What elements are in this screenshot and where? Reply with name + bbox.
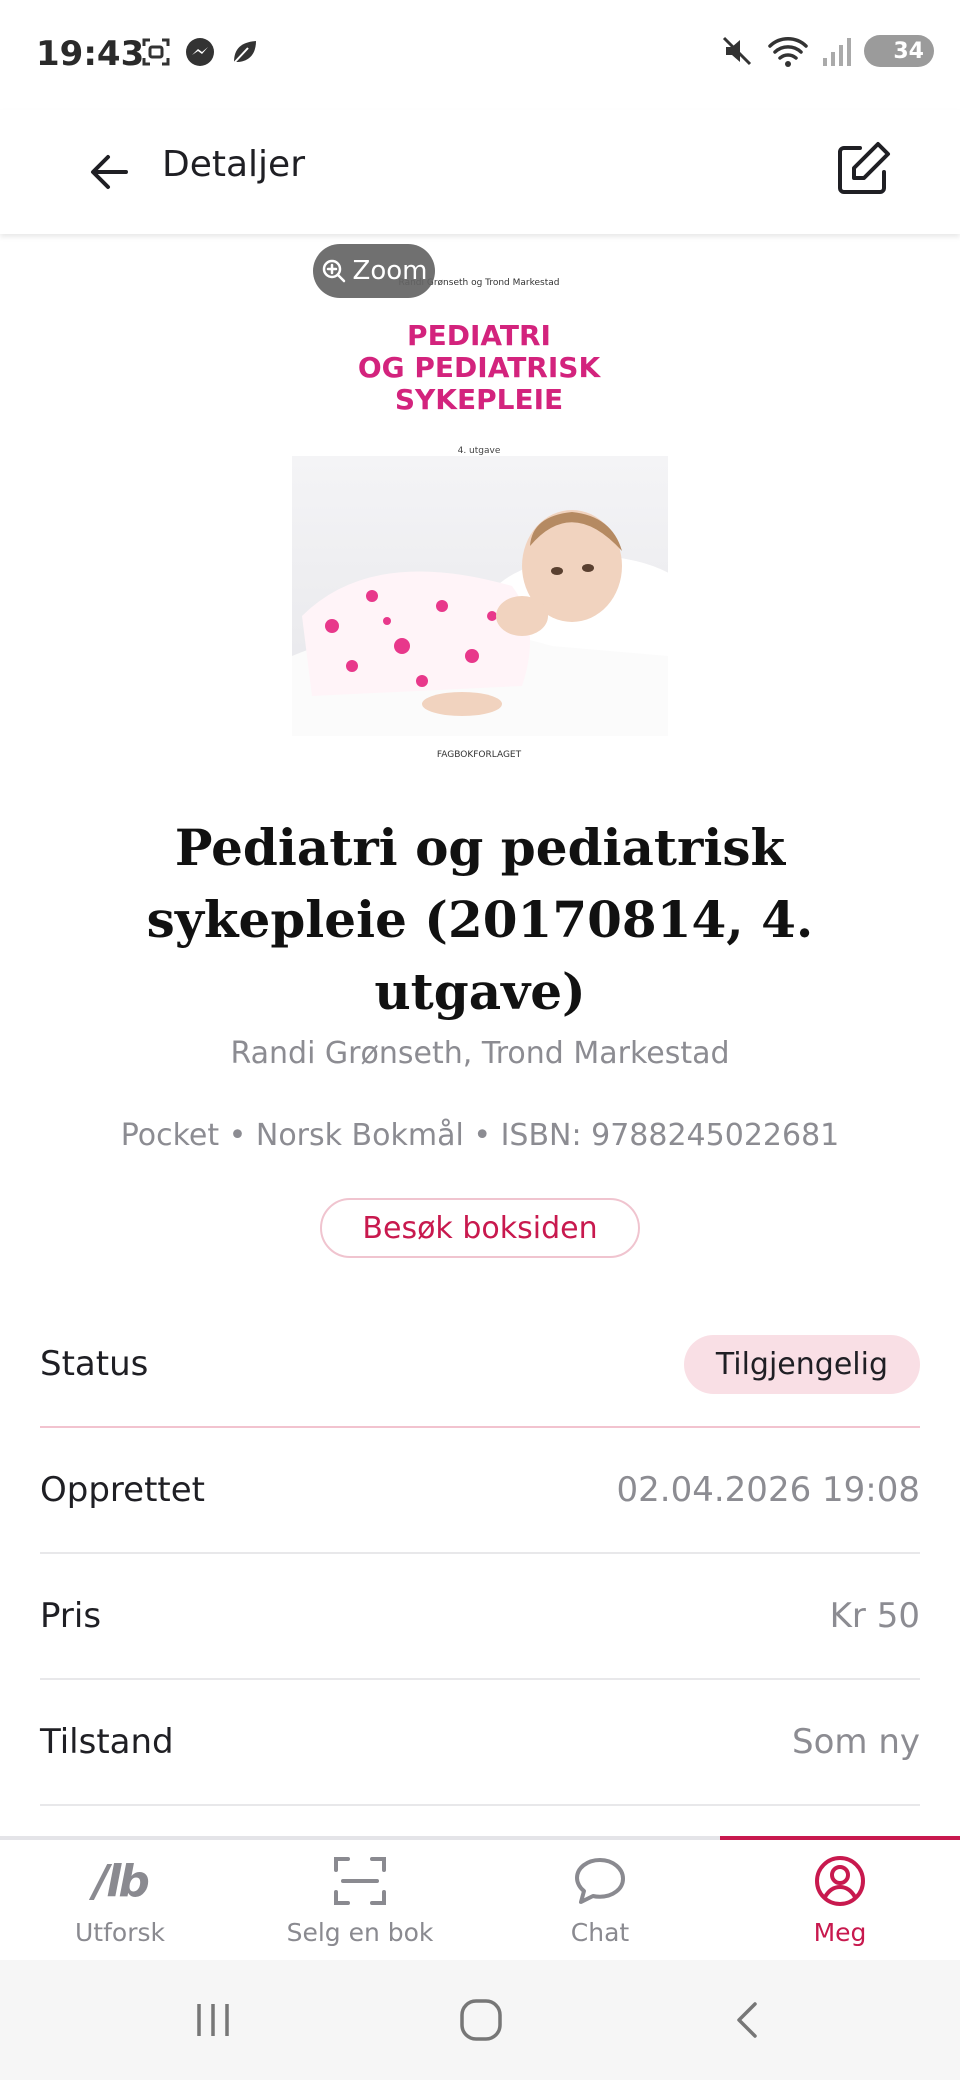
created-label: Opprettet <box>40 1470 205 1510</box>
system-navigation-bar <box>0 1960 960 2080</box>
nav-label: Meg <box>813 1918 867 1947</box>
cover-edition: 4. utgave <box>457 446 501 456</box>
zoom-in-icon <box>322 259 345 283</box>
cover-title: PEDIATRI OG PEDIATRISK SYKEPLEIE <box>290 320 668 416</box>
recent-apps-button[interactable] <box>178 1990 248 2050</box>
condition-row: Tilstand Som ny <box>40 1680 920 1806</box>
cover-title-line: PEDIATRI <box>407 319 551 352</box>
zoom-button[interactable]: Zoom <box>313 244 435 298</box>
chevron-left-icon <box>737 2002 757 2038</box>
condition-value: Som ny <box>792 1722 920 1762</box>
leaf-icon <box>233 41 256 64</box>
battery-level: 34 <box>893 38 924 64</box>
status-label: Status <box>40 1344 149 1384</box>
nav-item-utforsk[interactable]: /lb Utforsk <box>0 1840 240 1960</box>
status-row: Status Tilgjengelig <box>40 1302 920 1428</box>
lb-logo-icon: /lb <box>93 1855 150 1907</box>
nav-item-meg[interactable]: Meg <box>720 1836 960 1956</box>
nav-item-chat[interactable]: Chat <box>480 1840 720 1960</box>
page-title: Detaljer <box>162 144 305 185</box>
book-cover-image[interactable]: Randi Grønseth og Trond Markestad PEDIAT… <box>290 260 668 760</box>
created-row: Opprettet 02.04.2026 19:08 <box>40 1428 920 1554</box>
profile-icon <box>811 1854 869 1908</box>
zoom-label: Zoom <box>352 256 428 286</box>
signal-icon <box>823 38 851 66</box>
price-row: Pris Kr 50 <box>40 1554 920 1680</box>
nav-label: Utforsk <box>75 1918 165 1947</box>
app-bar: Detaljer <box>0 110 960 234</box>
cover-section: Zoom Randi Grønseth og Trond Markestad P… <box>0 234 960 760</box>
back-button[interactable] <box>80 142 140 202</box>
nav-item-selg-en-bok[interactable]: Selg en bok <box>240 1840 480 1960</box>
created-value: 02.04.2026 19:08 <box>616 1470 920 1510</box>
system-back-button[interactable] <box>714 1990 784 2050</box>
cover-photo <box>292 456 668 736</box>
visit-book-page-button[interactable]: Besøk boksiden <box>320 1198 640 1258</box>
nav-label: Chat <box>570 1918 630 1947</box>
bottom-navigation: /lb Utforsk Selg en bok Chat Meg <box>0 1836 960 1960</box>
mute-icon <box>722 36 752 66</box>
recent-apps-icon <box>197 2004 229 2036</box>
child-photo-illustration <box>292 456 668 736</box>
nav-label: Selg en bok <box>286 1918 434 1947</box>
status-badge: Tilgjengelig <box>683 1334 920 1394</box>
condition-label: Tilstand <box>40 1722 174 1762</box>
book-meta: Pocket • Norsk Bokmål • ISBN: 9788245022… <box>120 1118 840 1153</box>
price-value: Kr 50 <box>829 1596 920 1636</box>
cover-title-line: OG PEDIATRISK <box>357 351 601 384</box>
home-button[interactable] <box>446 1990 516 2050</box>
messenger-icon <box>186 38 214 66</box>
book-authors: Randi Grønseth, Trond Markestad <box>230 1036 730 1071</box>
price-label: Pris <box>40 1596 102 1636</box>
screenshot-icon <box>142 38 170 66</box>
edit-icon <box>838 142 890 194</box>
wifi-icon <box>768 37 808 67</box>
system-icons: 34 <box>720 34 934 68</box>
home-icon <box>460 1999 502 2041</box>
battery-indicator: 34 <box>864 35 934 67</box>
scan-icon <box>331 1854 389 1908</box>
cover-publisher: FAGBOKFORLAGET <box>436 750 522 760</box>
arrow-left-icon <box>91 155 128 189</box>
status-time: 19:43 <box>36 34 145 74</box>
notification-icons <box>140 36 260 68</box>
edit-button[interactable] <box>832 138 894 200</box>
cover-title-line: SYKEPLEIE <box>394 383 564 416</box>
status-bar: 19:43 34 <box>0 0 960 110</box>
details-list: Status Tilgjengelig Opprettet 02.04.2026… <box>40 1302 920 1806</box>
chat-bubble-icon <box>571 1854 629 1908</box>
book-title: Pediatri og pediatrisk sykepleie (201708… <box>146 818 814 1021</box>
